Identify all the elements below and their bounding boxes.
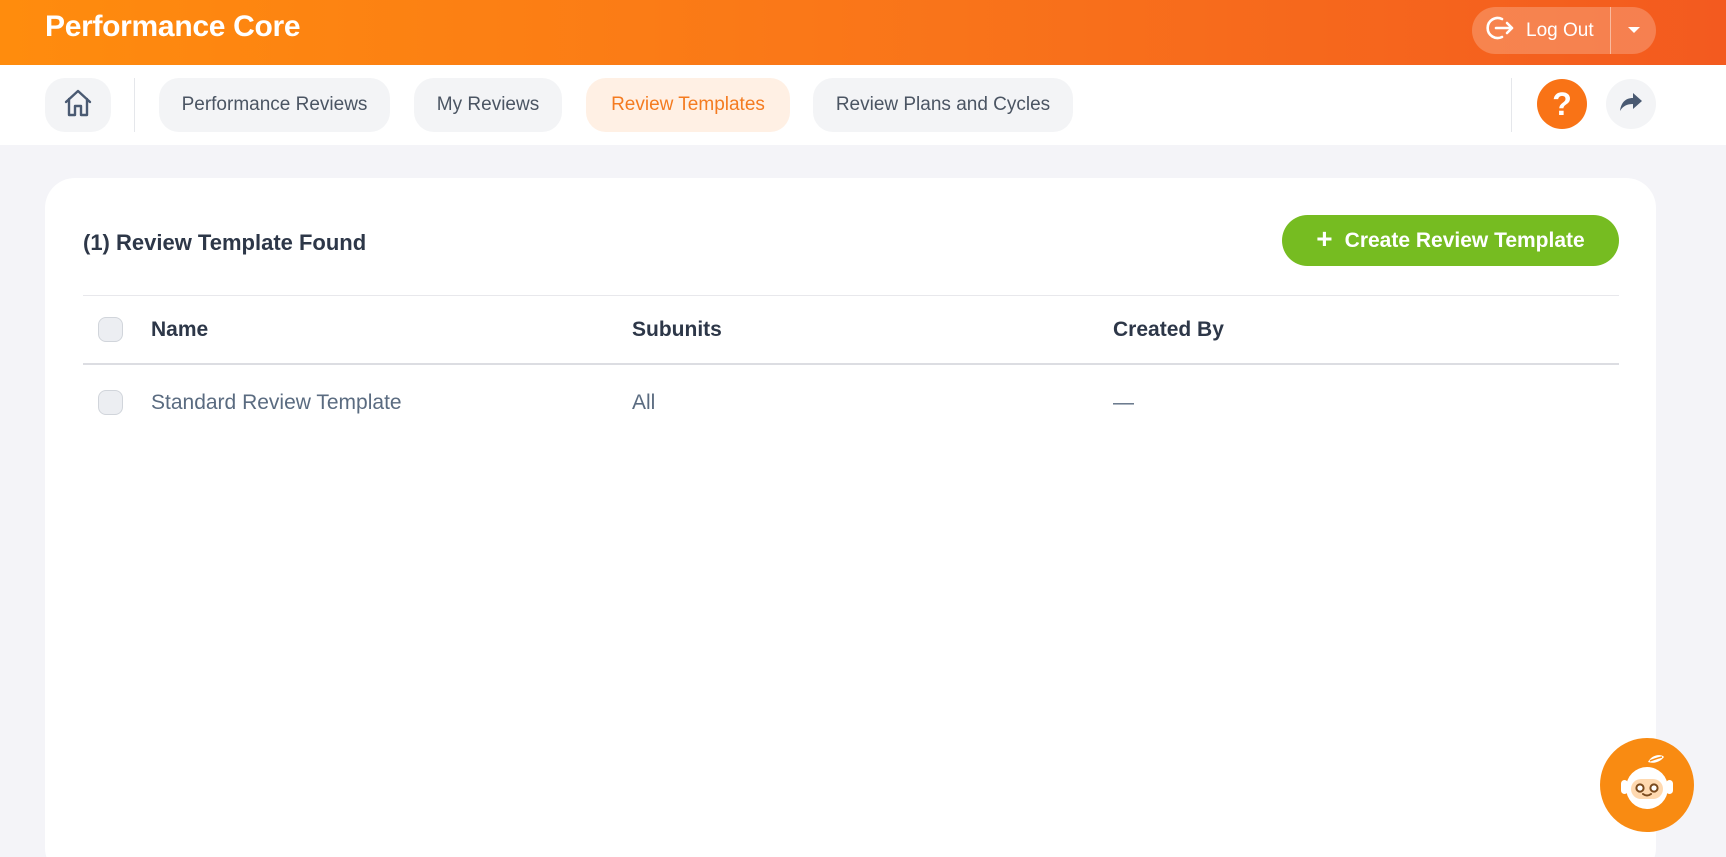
row-checkbox[interactable] [98, 390, 123, 415]
caret-down-button[interactable] [1611, 7, 1656, 54]
logout-label: Log Out [1526, 19, 1594, 41]
tab-review-plans-and-cycles[interactable]: Review Plans and Cycles [813, 78, 1073, 132]
home-icon [62, 88, 94, 123]
column-header-subunits[interactable]: Subunits [632, 318, 722, 342]
nav-separator [1511, 78, 1512, 132]
help-icon: ? [1552, 85, 1572, 122]
templates-card: (1) Review Template Found + Create Revie… [45, 178, 1656, 857]
tab-review-templates[interactable]: Review Templates [586, 78, 790, 132]
cell-subunits: All [632, 391, 656, 414]
assistant-bot-icon [1612, 748, 1682, 823]
logout-button-group: Log Out [1472, 7, 1656, 54]
share-button[interactable] [1606, 79, 1656, 129]
caret-down-icon [1627, 22, 1641, 40]
share-icon [1618, 91, 1644, 118]
logout-button[interactable]: Log Out [1472, 7, 1610, 54]
plus-icon: + [1316, 223, 1333, 254]
divider [83, 295, 1619, 296]
logout-icon [1484, 14, 1526, 47]
navigation-bar: Performance Reviews My Reviews Review Te… [0, 65, 1726, 145]
tab-performance-reviews[interactable]: Performance Reviews [159, 78, 390, 132]
select-all-checkbox[interactable] [98, 317, 123, 342]
nav-separator [134, 78, 135, 132]
help-button[interactable]: ? [1537, 79, 1587, 129]
cell-name: Standard Review Template [151, 391, 402, 414]
assistant-button[interactable] [1600, 738, 1694, 832]
create-review-template-button[interactable]: + Create Review Template [1282, 215, 1619, 266]
home-button[interactable] [45, 78, 111, 132]
results-title: (1) Review Template Found [83, 230, 367, 255]
column-header-created-by[interactable]: Created By [1113, 318, 1224, 342]
app-title: Performance Core [45, 10, 301, 43]
column-header-name[interactable]: Name [151, 318, 208, 342]
table-header-divider [83, 363, 1619, 365]
tab-my-reviews[interactable]: My Reviews [414, 78, 562, 132]
top-header: Performance Core Log Out [0, 0, 1726, 65]
create-button-label: Create Review Template [1344, 228, 1585, 252]
cell-created-by: — [1113, 391, 1134, 414]
